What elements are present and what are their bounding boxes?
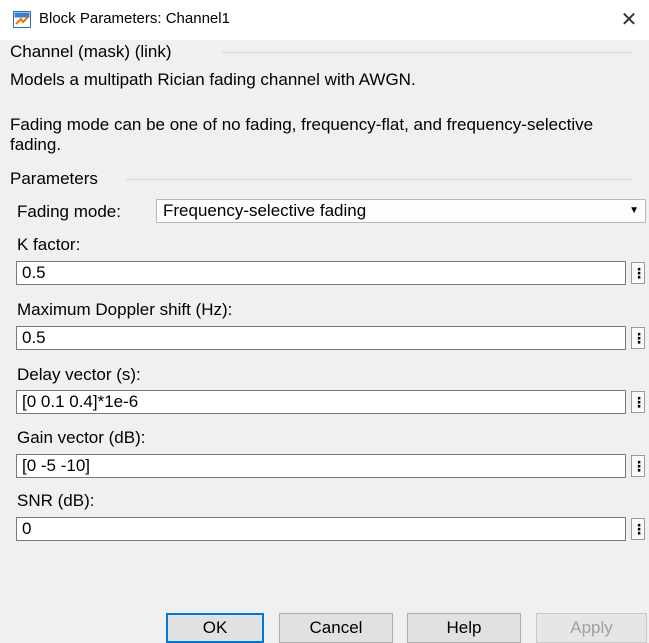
snr-label: SNR (dB): <box>17 491 95 510</box>
delay-vector-input[interactable] <box>16 390 626 414</box>
delay-vector-label: Delay vector (s): <box>17 365 141 384</box>
title-bar: Block Parameters: Channel1 ✕ <box>0 0 649 40</box>
block-header-divider <box>222 52 632 53</box>
block-header: Channel (mask) (link) <box>10 42 172 61</box>
apply-button[interactable]: Apply <box>536 613 647 643</box>
doppler-input[interactable] <box>16 326 626 350</box>
fading-mode-select[interactable]: Frequency-selective fading ▼ <box>156 199 646 223</box>
delay-vector-options-icon[interactable]: ⋮ <box>631 391 646 413</box>
doppler-label: Maximum Doppler shift (Hz): <box>17 300 233 319</box>
parameters-divider <box>126 179 632 180</box>
k-factor-input[interactable] <box>16 261 626 285</box>
snr-input[interactable] <box>16 517 626 541</box>
simulink-block-icon <box>13 11 31 28</box>
cancel-button[interactable]: Cancel <box>279 613 393 643</box>
parameters-header: Parameters <box>10 169 98 188</box>
ok-button[interactable]: OK <box>166 613 264 643</box>
snr-options-icon[interactable]: ⋮ <box>631 518 646 540</box>
doppler-options-icon[interactable]: ⋮ <box>631 327 646 349</box>
gain-vector-input[interactable] <box>16 454 626 478</box>
fading-mode-label: Fading mode: <box>17 202 121 221</box>
gain-vector-options-icon[interactable]: ⋮ <box>631 455 646 477</box>
chevron-down-icon: ▼ <box>629 205 639 216</box>
gain-vector-label: Gain vector (dB): <box>17 428 146 447</box>
fading-mode-value: Frequency-selective fading <box>163 201 367 220</box>
help-button[interactable]: Help <box>407 613 521 643</box>
k-factor-options-icon[interactable]: ⋮ <box>631 262 646 284</box>
window-title: Block Parameters: Channel1 <box>39 10 230 27</box>
close-icon[interactable]: ✕ <box>617 8 641 32</box>
k-factor-label: K factor: <box>17 235 81 254</box>
fading-mode-description: Fading mode can be one of no fading, fre… <box>10 115 594 154</box>
block-description: Models a multipath Rician fading channel… <box>10 70 416 89</box>
